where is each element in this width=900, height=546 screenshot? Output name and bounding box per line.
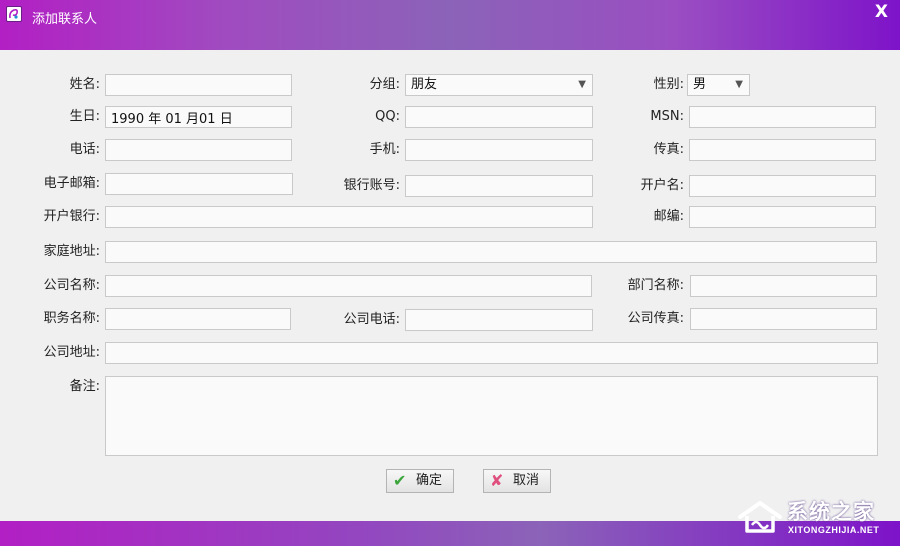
department-input[interactable] [690,275,877,297]
app-icon [6,6,22,22]
bank-label: 开户银行: [43,209,100,224]
gender-select[interactable]: 男 ▼ [687,74,750,96]
dropdown-arrow-icon: ▼ [735,79,743,90]
bank-account-label: 银行账号: [343,178,400,193]
confirm-button-label: 确定 [416,473,443,488]
name-input[interactable] [105,74,292,96]
phone-input[interactable] [105,139,292,161]
company-phone-input[interactable] [405,309,593,331]
company-phone-label: 公司电话: [343,312,400,327]
group-label: 分组: [369,77,400,92]
fax-label: 传真: [653,142,684,157]
gender-value: 男 [693,77,707,92]
postcode-input[interactable] [689,206,876,228]
fax-input[interactable] [689,139,876,161]
msn-input[interactable] [689,106,876,128]
confirm-button[interactable]: ✔ 确定 [386,469,454,493]
watermark-name: 系统之家 [787,500,875,524]
window-title: 添加联系人 [32,12,98,27]
gender-label: 性别: [653,77,684,92]
check-icon: ✔ [393,471,407,490]
msn-label: MSN: [650,109,684,124]
birthday-input[interactable] [105,106,292,128]
phone-label: 电话: [69,142,100,157]
bank-input[interactable] [105,206,593,228]
company-name-label: 公司名称: [43,278,100,293]
email-input[interactable] [105,173,293,195]
home-address-input[interactable] [105,241,877,263]
bank-account-input[interactable] [405,175,593,197]
group-select[interactable]: 朋友 ▼ [405,74,593,96]
company-address-input[interactable] [105,342,878,364]
name-label: 姓名: [69,77,100,92]
job-title-input[interactable] [105,308,291,330]
watermark-domain: XITONGZHIJIA.NET [788,525,880,535]
qq-label: QQ: [375,109,400,124]
house-logo-icon [738,501,782,533]
mobile-input[interactable] [405,139,593,161]
group-value: 朋友 [411,77,438,92]
notes-textarea[interactable] [105,376,878,456]
dropdown-arrow-icon: ▼ [578,79,586,90]
company-fax-label: 公司传真: [627,311,684,326]
dialog-window: 添加联系人 X 姓名: 分组: 朋友 ▼ 性别: 男 ▼ 生日: QQ: MSN… [0,0,900,546]
cancel-button[interactable]: ✘ 取消 [483,469,551,493]
account-name-label: 开户名: [640,178,684,193]
cancel-button-label: 取消 [513,473,540,488]
qq-input[interactable] [405,106,593,128]
home-address-label: 家庭地址: [43,244,100,259]
job-title-label: 职务名称: [43,311,100,326]
company-fax-input[interactable] [690,308,877,330]
company-name-input[interactable] [105,275,592,297]
form-area: 姓名: 分组: 朋友 ▼ 性别: 男 ▼ 生日: QQ: MSN: 电话: 手机… [0,50,900,521]
company-address-label: 公司地址: [43,345,100,360]
email-label: 电子邮箱: [43,176,100,191]
x-icon: ✘ [490,471,504,490]
title-bar[interactable]: 添加联系人 X [0,0,900,50]
department-label: 部门名称: [627,278,684,293]
mobile-label: 手机: [369,142,400,157]
account-name-input[interactable] [689,175,876,197]
notes-label: 备注: [69,379,100,394]
close-icon[interactable]: X [875,2,888,22]
postcode-label: 邮编: [653,209,684,224]
watermark: 系统之家 XITONGZHIJIA.NET [737,494,895,542]
birthday-label: 生日: [69,109,100,124]
